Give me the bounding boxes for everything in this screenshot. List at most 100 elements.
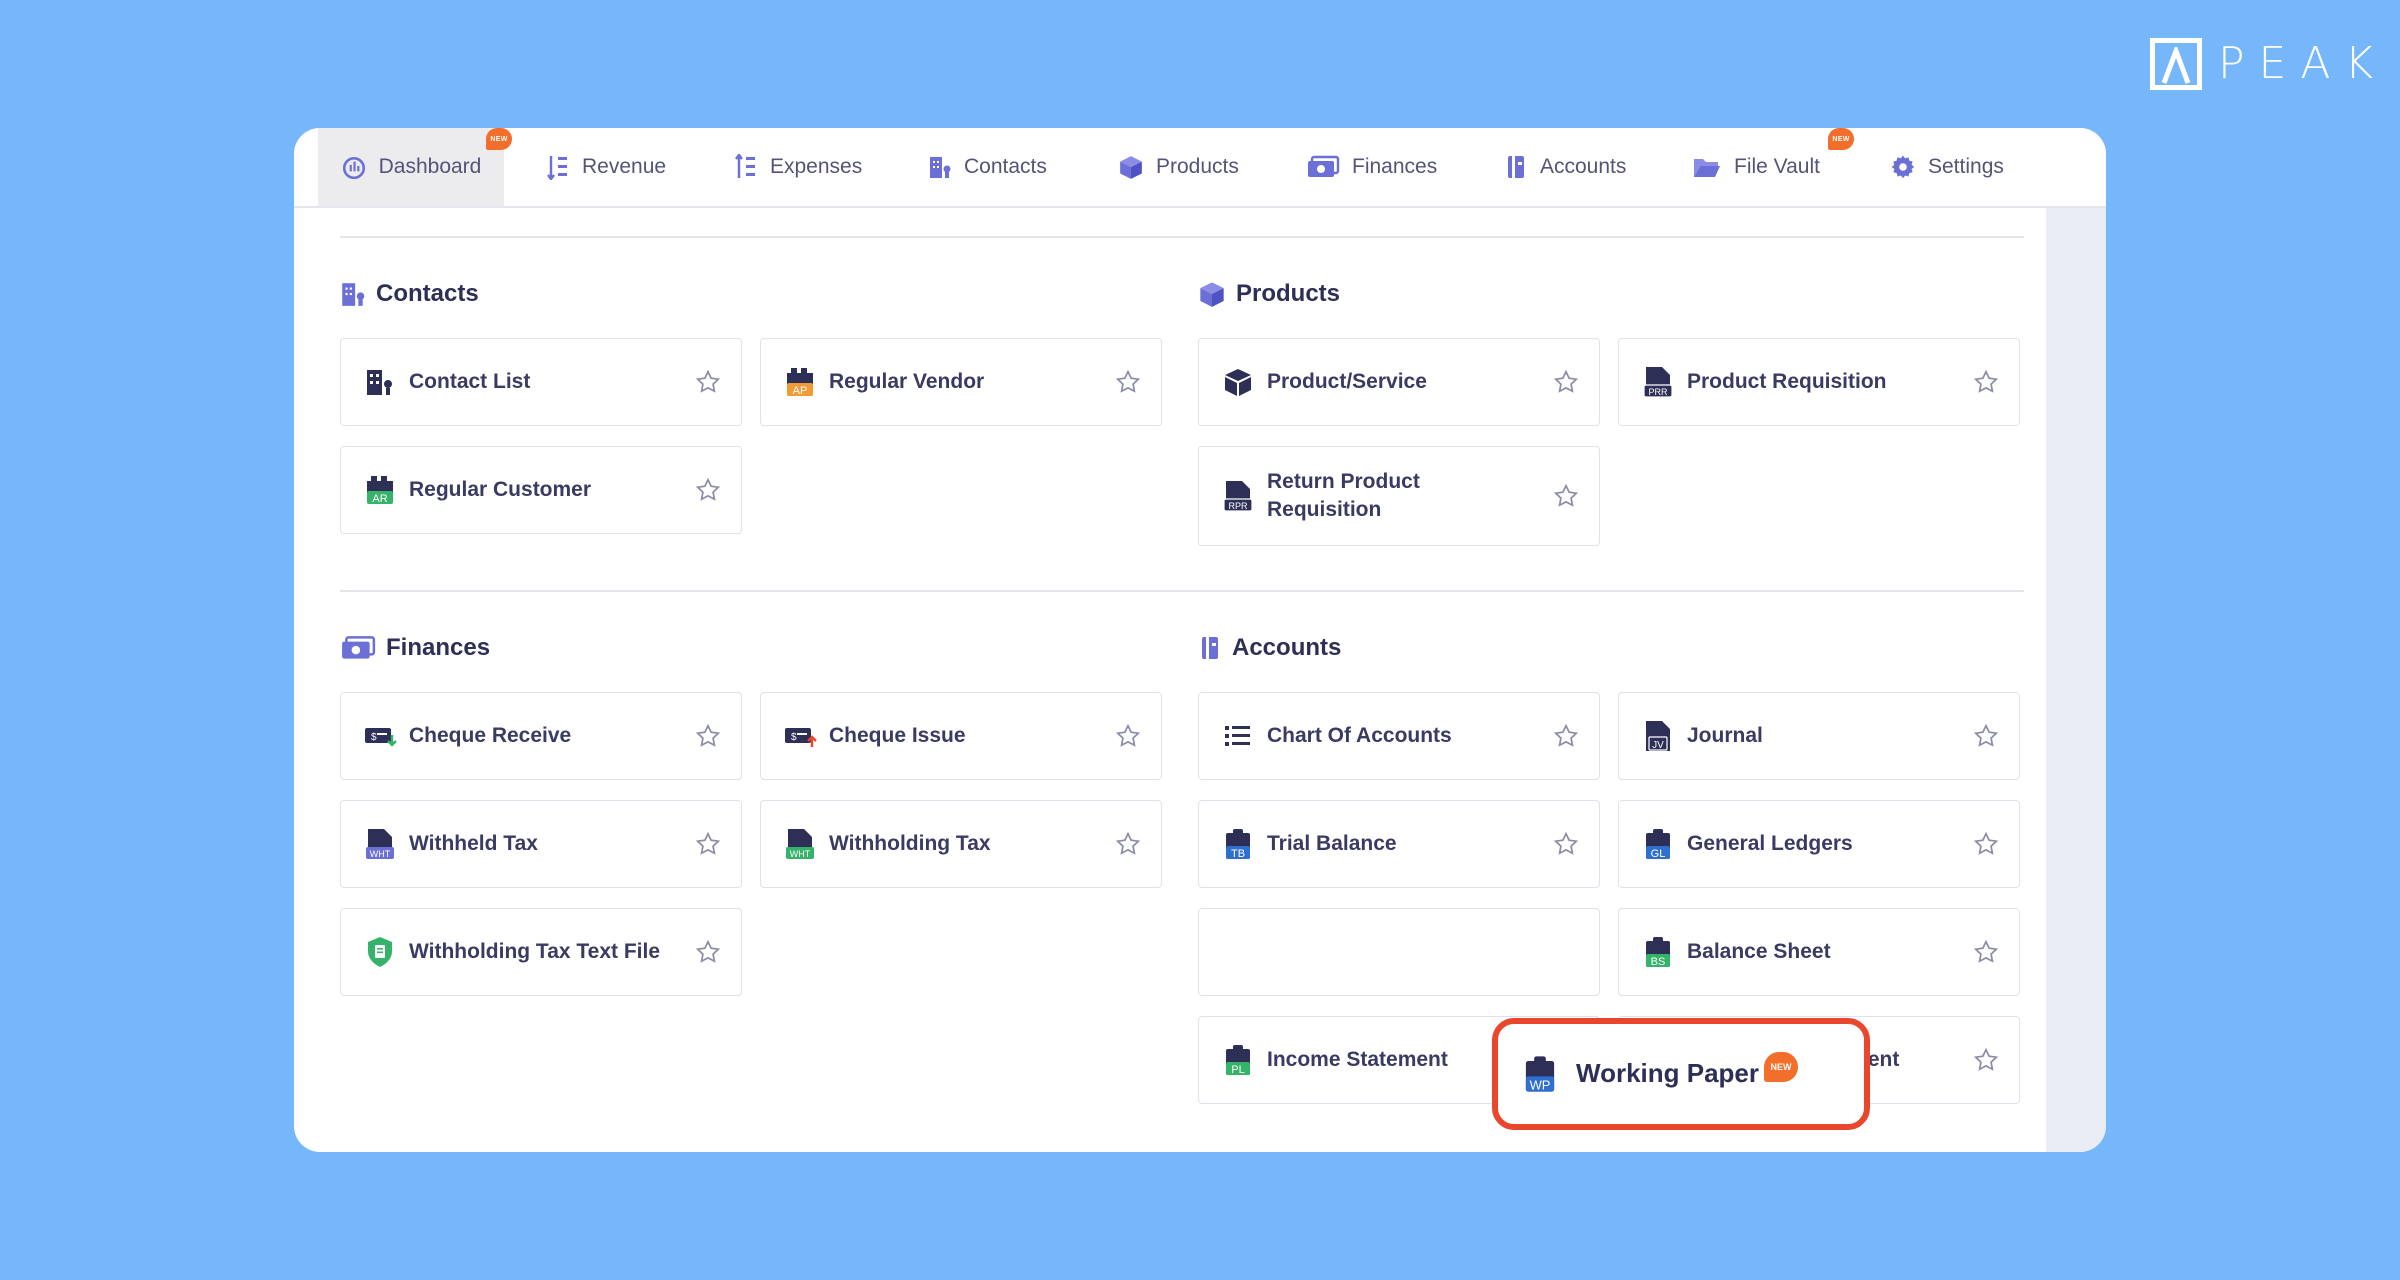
working-paper-icon: WP (1525, 1056, 1555, 1092)
withholding-tax-icon: WHT (786, 829, 814, 859)
menu-settings[interactable]: Settings (1890, 128, 2004, 206)
section-title-text: Products (1236, 280, 1341, 307)
product-service-icon (1225, 369, 1251, 396)
section-title-text: Finances (386, 634, 491, 661)
menu-label: Accounts (1540, 155, 1627, 178)
menu-label: Products (1156, 155, 1239, 178)
star-icon[interactable] (1115, 831, 1141, 857)
card-product-requisition[interactable]: PRR Product Requisition (1618, 338, 2020, 426)
icon-code: PRR (1648, 387, 1668, 397)
star-icon[interactable] (1973, 939, 1999, 965)
card-label: Balance Sheet (1687, 940, 1831, 963)
card-contact-list[interactable]: Contact List (340, 338, 742, 426)
card-cheque-receive[interactable]: $ Cheque Receive (340, 692, 742, 780)
card-trial-balance[interactable]: TB Trial Balance (1198, 800, 1600, 888)
general-ledgers-icon: GL (1646, 829, 1670, 860)
divider (340, 236, 2024, 238)
star-icon[interactable] (1115, 723, 1141, 749)
card-regular-vendor[interactable]: AP Regular Vendor (760, 338, 1162, 426)
card-label: Withholding Tax Text File (409, 940, 661, 963)
revenue-icon (547, 156, 567, 180)
menu-accounts[interactable]: Accounts (1504, 128, 1626, 206)
star-icon[interactable] (1973, 369, 1999, 395)
menu-expenses[interactable]: Expenses (734, 128, 862, 206)
brand-name: PEAK (2218, 38, 2388, 89)
card-journal[interactable]: JV Journal (1618, 692, 2020, 780)
card-label: Journal (1687, 724, 1763, 747)
card-chart-of-accounts[interactable]: Chart Of Accounts (1198, 692, 1600, 780)
card-cheque-issue[interactable]: $ Cheque Issue (760, 692, 1162, 780)
icon-code: GL (1651, 848, 1666, 860)
star-icon[interactable] (695, 723, 721, 749)
star-icon[interactable] (1115, 369, 1141, 395)
star-icon[interactable] (1973, 1047, 1999, 1073)
finances-icon (342, 636, 376, 659)
icon-code: PL (1231, 1064, 1244, 1076)
card-withholding-tax[interactable]: WHT Withholding Tax (760, 800, 1162, 888)
card-balance-sheet[interactable]: BS Balance Sheet (1618, 908, 2020, 996)
products-icon (1120, 156, 1142, 179)
menu-finances[interactable]: Finances (1306, 128, 1437, 206)
accounts-icon (1202, 637, 1218, 659)
icon-code: BS (1651, 956, 1666, 968)
icon-code: TB (1231, 848, 1245, 860)
card-regular-customer[interactable]: AR Regular Customer (340, 446, 742, 534)
card-product-service[interactable]: Product/Service (1198, 338, 1600, 426)
contact-list-icon (367, 370, 392, 395)
card-label: Income Statement (1267, 1048, 1448, 1071)
expenses-icon (735, 154, 755, 178)
dashboard-icon (342, 157, 365, 180)
product-requisition-icon: PRR (1643, 367, 1673, 398)
star-icon[interactable] (695, 477, 721, 503)
menu-label: Finances (1352, 155, 1438, 178)
chart-of-accounts-icon (1225, 726, 1250, 746)
star-icon[interactable] (1553, 369, 1579, 395)
star-icon[interactable] (1973, 831, 1999, 857)
menu-contacts[interactable]: Contacts (928, 128, 1047, 206)
star-icon[interactable] (1553, 483, 1579, 509)
section-title-finances: Finances (340, 634, 490, 662)
divider (340, 590, 2024, 592)
icon-code: RPR (1228, 501, 1248, 511)
menu-products[interactable]: Products (1118, 128, 1239, 206)
card-label: Cheque Receive (409, 724, 572, 747)
card-withholding-tax-text-file[interactable]: Withholding Tax Text File (340, 908, 742, 996)
menu-file-vault[interactable]: File Vault NEW (1692, 128, 1854, 206)
finances-icon (1308, 155, 1340, 177)
contacts-icon (930, 157, 951, 178)
icon-code: WHT (790, 849, 811, 859)
section-title-text: Accounts (1232, 634, 1342, 661)
card-withheld-tax[interactable]: WHT Withheld Tax (340, 800, 742, 888)
star-icon[interactable] (1553, 723, 1579, 749)
card-label: Contact List (409, 370, 531, 393)
new-badge: NEW (486, 128, 512, 150)
svg-text:$: $ (791, 732, 797, 743)
card-label: Product/Service (1267, 370, 1427, 393)
cheque-receive-icon: $ (365, 728, 397, 747)
trial-balance-icon: TB (1226, 829, 1250, 860)
regular-customer-icon: AR (367, 476, 393, 505)
star-icon[interactable] (695, 939, 721, 965)
card-label: Regular Customer (409, 478, 592, 501)
peak-logo: PEAK (2150, 34, 2387, 94)
card-general-ledgers[interactable]: GL General Ledgers (1618, 800, 2020, 888)
top-menu-bar: Dashboard NEW Revenue Expenses Contacts … (294, 128, 2106, 208)
star-icon[interactable] (1973, 723, 1999, 749)
scrollbar-track[interactable] (2046, 206, 2106, 1152)
star-icon[interactable] (695, 831, 721, 857)
star-icon[interactable] (1553, 831, 1579, 857)
star-icon[interactable] (695, 369, 721, 395)
products-icon (1200, 282, 1224, 307)
income-statement-icon: PL (1226, 1045, 1250, 1076)
contacts-icon (342, 283, 365, 306)
menu-revenue[interactable]: Revenue (546, 128, 666, 206)
menu-dashboard[interactable]: Dashboard NEW (318, 128, 512, 206)
card-label: Cheque Issue (829, 724, 966, 747)
card-working-paper[interactable] (1198, 908, 1600, 996)
card-label: Withheld Tax (409, 832, 538, 855)
accounts-icon (1508, 156, 1524, 178)
section-title-products: Products (1198, 280, 1340, 308)
card-return-product-requisition[interactable]: RPR Return Product Requisition (1198, 446, 1600, 546)
menu-label: File Vault (1734, 155, 1820, 178)
menu-label: Revenue (582, 155, 667, 178)
